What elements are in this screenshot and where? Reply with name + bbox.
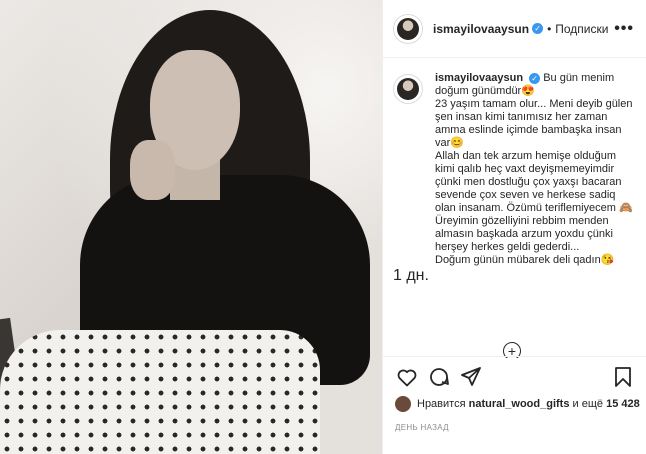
actions-section: Нравится natural_wood_gifts и ещё 15 428… [383, 356, 646, 454]
verified-badge-icon: ✓ [532, 23, 544, 34]
post-side-panel: ismayilovaaysun ✓ • Подписки ••• ismayil… [382, 0, 646, 454]
caption-timestamp: 1 дн. [393, 267, 429, 284]
post-header: ismayilovaaysun ✓ • Подписки ••• [383, 0, 646, 58]
caption-username[interactable]: ismayilovaaysun [435, 72, 523, 84]
caption: ismayilovaaysun ✓ Bu gün menim doğum gün… [393, 72, 635, 267]
comment-icon[interactable] [427, 365, 451, 389]
post-photo[interactable] [0, 0, 382, 454]
post-date: ДЕНЬ НАЗАД [395, 423, 449, 432]
bookmark-icon[interactable] [611, 365, 635, 389]
likes-summary: Нравится natural_wood_gifts и ещё 15 428 [395, 396, 640, 412]
liker-avatar[interactable] [395, 396, 411, 412]
caption-avatar[interactable] [393, 74, 423, 104]
likes-count[interactable]: 15 428 [606, 398, 640, 410]
comments-section: ismayilovaaysun ✓ Bu gün menim doğum gün… [383, 58, 646, 358]
liker-username[interactable]: natural_wood_gifts [469, 398, 570, 410]
heart-icon[interactable] [395, 365, 419, 389]
verified-badge-icon: ✓ [529, 73, 541, 84]
following-button[interactable]: Подписки [555, 22, 608, 36]
share-icon[interactable] [459, 365, 483, 389]
caption-text: Bu gün menim doğum günümdür😍 23 yaşım ta… [435, 72, 633, 266]
more-options-icon[interactable]: ••• [614, 20, 634, 38]
avatar[interactable] [393, 13, 423, 44]
username-link[interactable]: ismayilovaaysun [433, 22, 529, 36]
